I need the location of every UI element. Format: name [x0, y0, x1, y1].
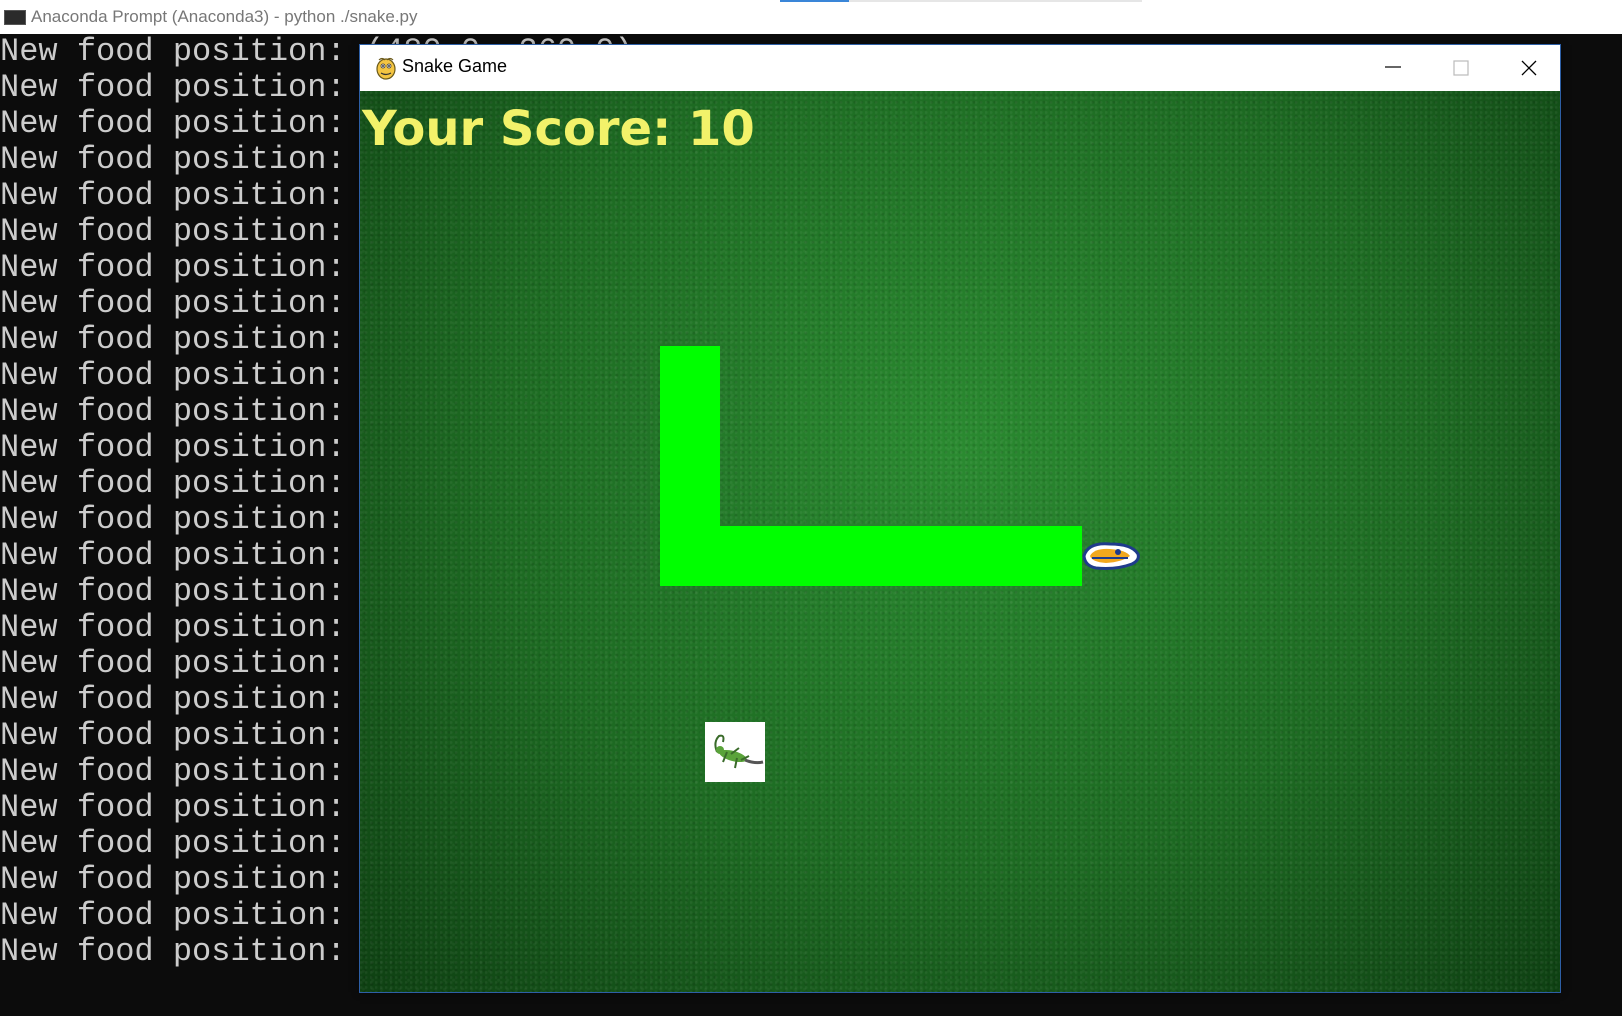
game-canvas[interactable]: Your Score: 10	[360, 91, 1560, 992]
snake-game-window[interactable]: Snake Game Your Score: 10	[360, 45, 1560, 992]
taskbar-progress	[780, 0, 1142, 2]
terminal-line: New food position: (	[0, 609, 385, 646]
terminal-titlebar: Anaconda Prompt (Anaconda3) - python ./s…	[0, 0, 1622, 34]
terminal-line: New food position: (	[0, 357, 385, 394]
terminal-line: New food position: (	[0, 105, 385, 142]
maximize-button[interactable]	[1426, 45, 1496, 91]
terminal-title: Anaconda Prompt (Anaconda3) - python ./s…	[31, 7, 418, 26]
taskbar-progress-fill	[780, 0, 849, 2]
food-item	[705, 722, 765, 782]
score-label: Your Score: 10	[362, 101, 755, 157]
terminal-line: New food position: (	[0, 321, 385, 358]
terminal-line: New food position: (	[0, 141, 385, 178]
terminal-line: New food position: (	[0, 285, 385, 322]
minimize-button[interactable]	[1358, 45, 1428, 91]
terminal-line: New food position: (	[0, 789, 385, 826]
snake-head-icon	[1082, 542, 1140, 570]
terminal-line: New food position: (	[0, 897, 385, 934]
terminal-line: New food position: (	[0, 69, 385, 106]
terminal-line: New food position: (	[0, 429, 385, 466]
close-button[interactable]	[1494, 45, 1564, 91]
terminal-line: New food position: (	[0, 825, 385, 862]
terminal-line: New food position: (	[0, 249, 385, 286]
lizard-food-icon	[714, 734, 764, 769]
terminal-line: New food position: (	[0, 645, 385, 682]
terminal-line: New food position: (	[0, 177, 385, 214]
game-titlebar[interactable]: Snake Game	[360, 45, 1560, 91]
terminal-line: New food position: (	[0, 753, 385, 790]
terminal-line: New food position: (	[0, 393, 385, 430]
terminal-line: New food position: (	[0, 861, 385, 898]
terminal-line: New food position: (	[0, 501, 385, 538]
terminal-line: New food position: (	[0, 213, 385, 250]
terminal-line: New food position: (	[0, 537, 385, 574]
minimize-icon	[1385, 66, 1401, 68]
pygame-snake-icon	[376, 57, 396, 80]
terminal-line: New food position: (	[0, 573, 385, 610]
snake-body-horizontal	[660, 526, 1082, 586]
maximize-icon	[1453, 60, 1469, 76]
terminal-line: New food position: (	[0, 717, 385, 754]
terminal-line: New food position: (	[0, 465, 385, 502]
terminal-app-icon	[4, 10, 26, 25]
terminal-line: New food position: (	[0, 933, 385, 970]
game-window-title: Snake Game	[402, 56, 508, 76]
terminal-line: New food position: (	[0, 681, 385, 718]
close-icon	[1521, 60, 1537, 76]
